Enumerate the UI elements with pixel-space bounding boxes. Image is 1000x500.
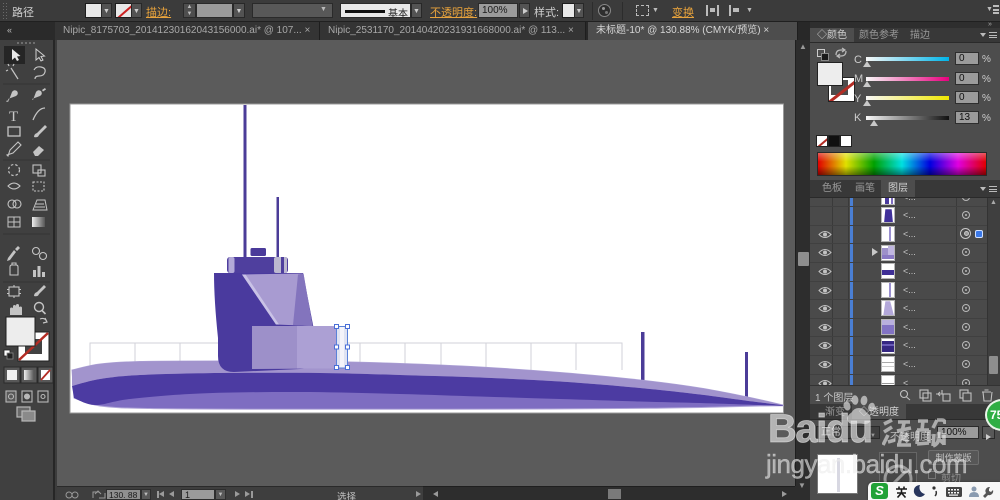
svg-text:T: T (9, 109, 18, 125)
